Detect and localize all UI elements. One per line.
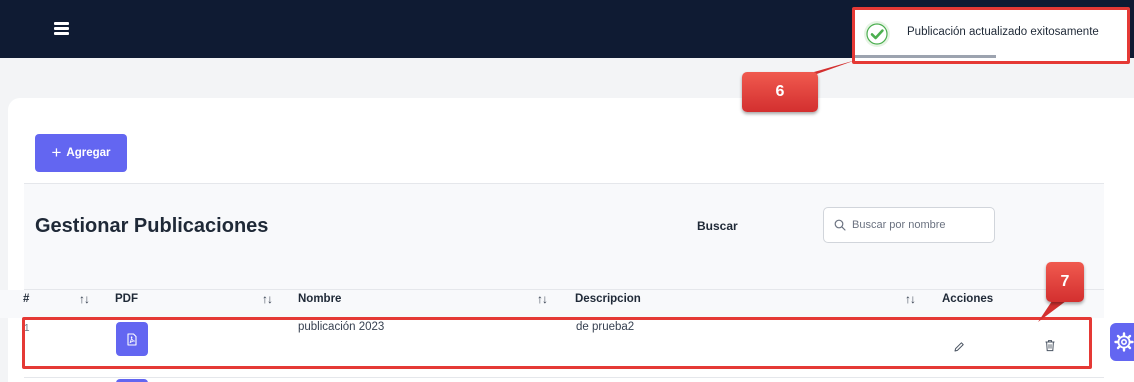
settings-fab[interactable]	[1110, 323, 1134, 361]
sort-nombre-icon[interactable]: ↑↓	[537, 292, 548, 306]
column-header-index[interactable]: #	[23, 293, 29, 305]
page-title: Gestionar Publicaciones	[35, 215, 269, 237]
table-head	[0, 290, 1104, 318]
column-header-descripcion[interactable]: Descripcion	[575, 293, 641, 305]
search-icon	[834, 219, 846, 231]
add-button-label: Agregar	[66, 147, 111, 159]
annotation-toast-highlight	[852, 7, 1130, 64]
hamburger-menu-icon[interactable]	[54, 22, 69, 35]
annotation-callout-7: 7	[1046, 262, 1084, 302]
sort-descripcion-icon[interactable]: ↑↓	[905, 292, 916, 306]
annotation-callout-6: 6	[742, 72, 818, 112]
row-divider	[24, 377, 1104, 378]
column-header-acciones: Acciones	[942, 293, 994, 305]
gear-icon	[1114, 332, 1134, 352]
annotation-row-highlight	[22, 317, 1092, 369]
search-input[interactable]	[852, 219, 982, 231]
search-label: Buscar	[697, 219, 738, 233]
search-field[interactable]	[823, 207, 995, 243]
column-header-pdf[interactable]: PDF	[115, 293, 138, 305]
sort-pdf-icon[interactable]: ↑↓	[262, 292, 273, 306]
plus-icon: +	[51, 142, 62, 162]
sort-index-icon[interactable]: ↑↓	[79, 292, 90, 306]
add-button[interactable]: + Agregar	[35, 134, 127, 172]
column-header-nombre[interactable]: Nombre	[298, 293, 341, 305]
